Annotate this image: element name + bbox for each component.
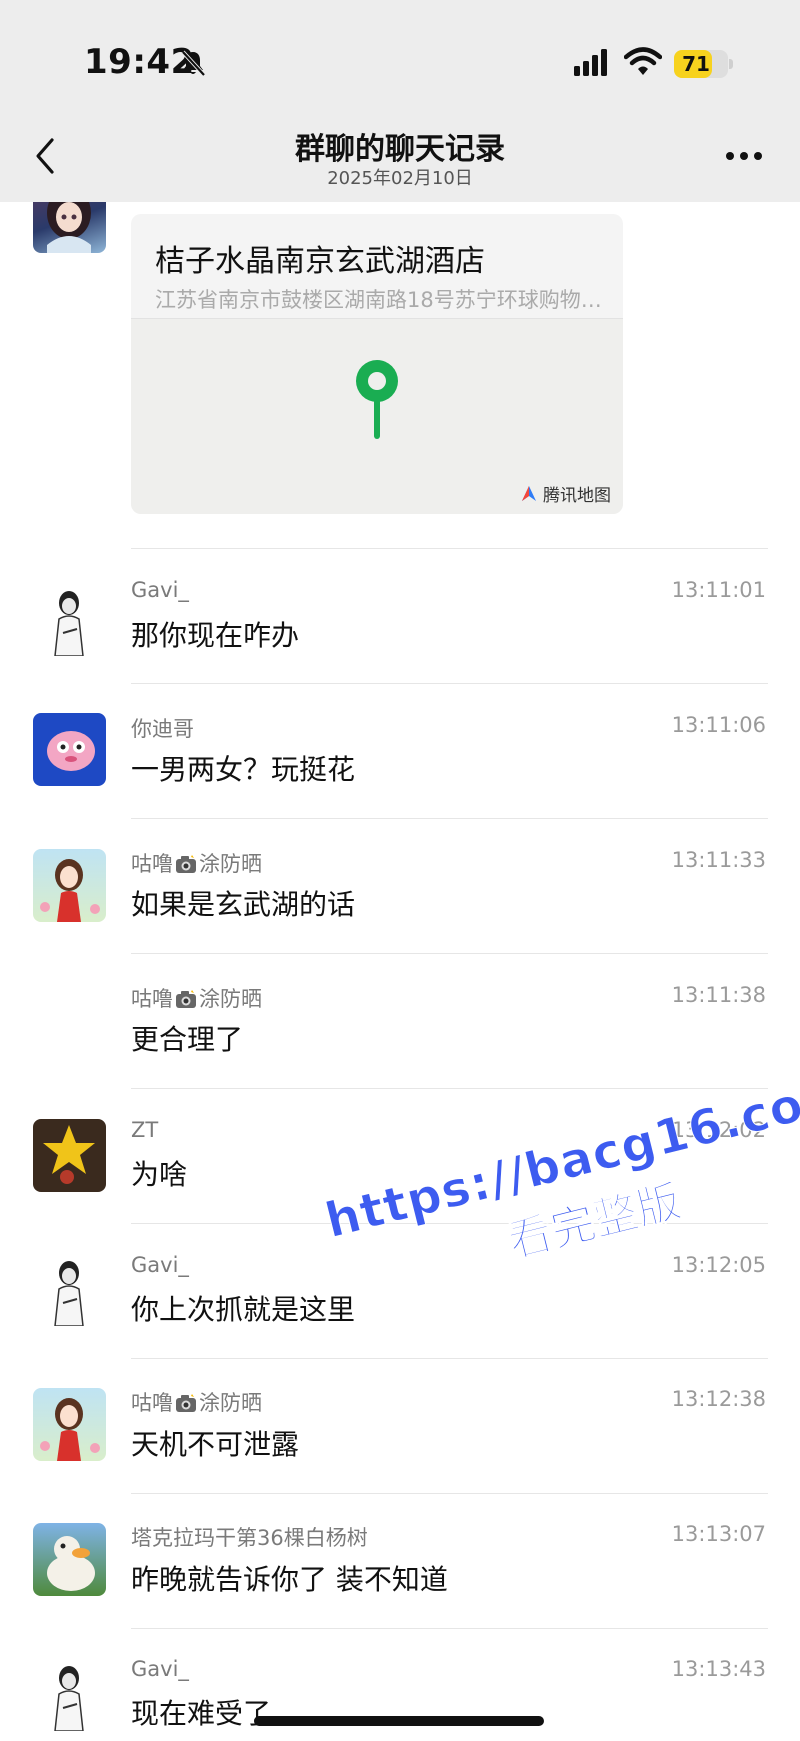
message-divider <box>131 1358 768 1359</box>
map-provider: 腾讯地图 <box>519 481 611 506</box>
page-title: 群聊的聊天记录 <box>295 132 505 167</box>
more-icon[interactable] <box>726 152 766 162</box>
camera-emoji-icon <box>176 990 196 1008</box>
message-divider <box>131 1088 768 1089</box>
avatar[interactable] <box>33 1119 106 1192</box>
map-pin-icon <box>356 360 398 439</box>
location-address: 江苏省南京市鼓楼区湖南路18号苏宁环球购物中心 <box>155 288 605 312</box>
message-time: 13:11:33 <box>671 848 766 872</box>
message-sender: 咕噜 涂防晒 <box>131 1387 262 1417</box>
message-sender: Gavi_ <box>131 578 189 602</box>
sender-name-part: 涂防晒 <box>199 1391 262 1415</box>
message-time: 13:11:38 <box>671 983 766 1007</box>
page-date: 2025年02月10日 <box>327 168 473 189</box>
sketch-man-avatar-image <box>54 591 84 656</box>
cartoon-girl-avatar-image <box>40 1398 100 1461</box>
message-text: 一男两女？玩挺花 <box>131 753 356 786</box>
avatar[interactable] <box>33 1658 106 1731</box>
more-dot <box>754 152 762 160</box>
sender-name-part: 涂防晒 <box>199 852 262 876</box>
message-time: 13:12:05 <box>671 1253 766 1277</box>
sketch-man-avatar-image <box>54 1261 84 1326</box>
message-sender: Gavi_ <box>131 1253 189 1277</box>
battery-nub <box>729 59 733 69</box>
star-avatar-image <box>43 1125 95 1184</box>
sender-name-part: 咕噜 <box>131 987 173 1011</box>
message-divider <box>131 683 768 684</box>
camera-emoji-icon <box>176 1394 196 1412</box>
map-provider-label: 腾讯地图 <box>543 486 611 506</box>
camera-emoji-icon <box>176 855 196 873</box>
battery-indicator: 71 <box>674 50 733 78</box>
message-divider <box>131 1628 768 1629</box>
back-arrow-icon[interactable] <box>30 136 60 176</box>
message-text: 昨晚就告诉你了 装不知道 <box>131 1563 448 1596</box>
message-text: 更合理了 <box>131 1023 244 1056</box>
sender-name-part: 咕噜 <box>131 1391 173 1415</box>
battery-level: 71 <box>682 52 710 76</box>
avatar[interactable] <box>33 713 106 786</box>
pink-cartoon-avatar-image <box>47 731 95 771</box>
location-card[interactable]: 桔子水晶南京玄武湖酒店 江苏省南京市鼓楼区湖南路18号苏宁环球购物中心 腾讯地图 <box>131 214 623 514</box>
message-time: 13:13:43 <box>671 1657 766 1681</box>
avatar[interactable] <box>33 849 106 922</box>
message-divider <box>131 1493 768 1494</box>
more-dot <box>726 152 734 160</box>
message-text: 为啥 <box>131 1158 188 1191</box>
message-sender: 咕噜 涂防晒 <box>131 848 262 878</box>
message-time: 13:13:07 <box>671 1522 766 1546</box>
message-text: 现在难受了 <box>131 1697 272 1730</box>
message-divider <box>131 818 768 819</box>
message-sender: 咕噜 涂防晒 <box>131 983 262 1013</box>
duck-avatar-image <box>47 1536 95 1591</box>
sender-name-part: 咕噜 <box>131 852 173 876</box>
wifi-icon <box>624 47 662 75</box>
location-map[interactable]: 腾讯地图 <box>131 318 623 514</box>
sender-name-part: 涂防晒 <box>199 987 262 1011</box>
tencent-map-logo-icon <box>522 485 536 501</box>
home-indicator[interactable] <box>254 1716 544 1726</box>
signal-icon <box>574 49 607 76</box>
message-text: 你上次抓就是这里 <box>131 1293 356 1326</box>
message-sender: Gavi_ <box>131 1657 189 1681</box>
avatar[interactable] <box>33 1523 106 1596</box>
message-sender: 塔克拉玛干第36棵白杨树 <box>131 1526 368 1550</box>
avatar[interactable] <box>33 1253 106 1326</box>
message-text: 如果是玄武湖的话 <box>131 888 356 921</box>
location-name: 桔子水晶南京玄武湖酒店 <box>155 244 485 279</box>
cartoon-girl-avatar-image <box>40 859 100 922</box>
message-divider <box>131 548 768 549</box>
sketch-man-avatar-image <box>54 1666 84 1731</box>
message-divider <box>131 953 768 954</box>
message-time: 13:12:38 <box>671 1387 766 1411</box>
top-bar: 19:42 71 群聊的聊天记录 2025年02月10日 <box>0 0 800 202</box>
avatar[interactable] <box>33 583 106 656</box>
message-time: 13:11:01 <box>671 578 766 602</box>
message-sender: 你迪哥 <box>131 717 194 741</box>
avatar[interactable] <box>33 1388 106 1461</box>
bell-slash-icon <box>181 50 206 77</box>
message-text: 天机不可泄露 <box>131 1428 300 1461</box>
message-text: 那你现在咋办 <box>131 619 300 652</box>
more-dot <box>740 152 748 160</box>
message-sender: ZT <box>131 1118 159 1142</box>
message-time: 13:11:06 <box>671 713 766 737</box>
